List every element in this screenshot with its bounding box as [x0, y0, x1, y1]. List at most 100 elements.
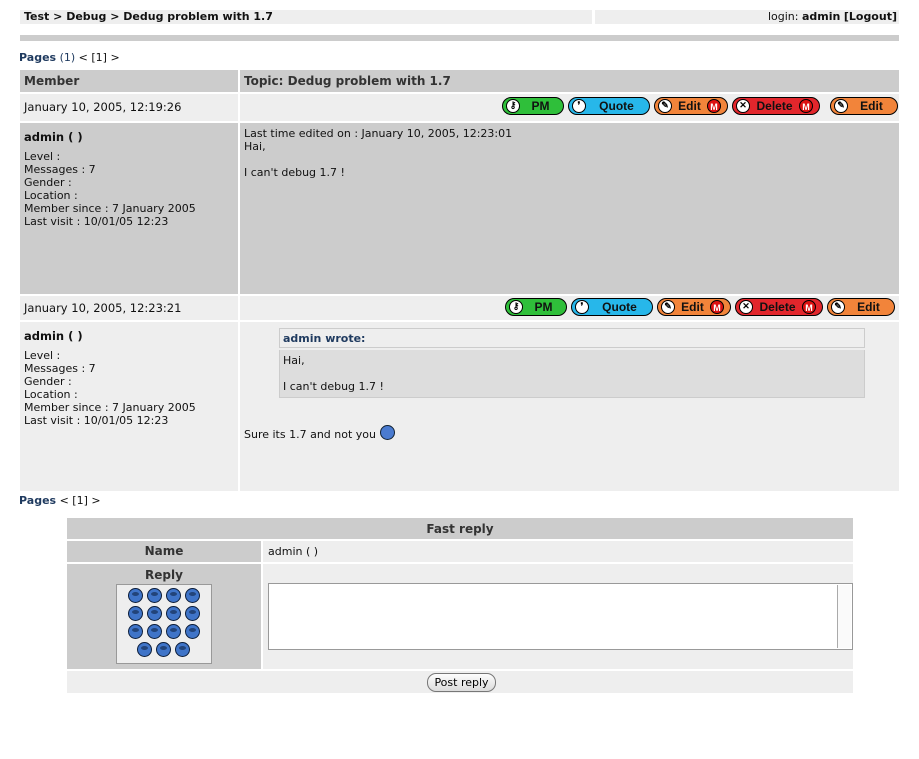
- pencil-icon: ✎: [661, 300, 675, 314]
- logout-link[interactable]: [Logout]: [844, 10, 897, 23]
- smiley-icon[interactable]: [137, 642, 152, 657]
- edit-button[interactable]: ✎ Edit: [830, 97, 898, 115]
- moderator-badge-icon: M: [707, 99, 721, 113]
- name-value: admin ( ): [263, 541, 853, 562]
- pm-button[interactable]: ⚷ PM: [505, 298, 567, 316]
- smiley-icon[interactable]: [156, 642, 171, 657]
- grin-smiley-icon: [379, 425, 395, 440]
- breadcrumb-link-category[interactable]: Debug: [66, 10, 106, 23]
- member-since: Member since : 7 January 2005: [24, 202, 196, 215]
- smiley-icon[interactable]: [175, 642, 190, 657]
- member-gender: Gender :: [24, 375, 72, 388]
- quote-body: Hai, I can't debug 1.7 !: [279, 350, 865, 398]
- reply-label: Reply: [145, 568, 183, 582]
- breadcrumb: Test > Debug > Dedug problem with 1.7: [20, 10, 592, 24]
- smiley-icon[interactable]: [185, 588, 200, 603]
- key-icon: ⚷: [506, 99, 520, 113]
- member-since: Member since : 7 January 2005: [24, 401, 196, 414]
- quote-author: admin wrote:: [279, 328, 865, 348]
- member-messages: Messages : 7: [24, 163, 96, 176]
- smiley-icon[interactable]: [185, 624, 200, 639]
- smiley-picker: [116, 584, 212, 664]
- post-body: Last time edited on : January 10, 2005, …: [240, 123, 899, 294]
- smiley-icon[interactable]: [147, 624, 162, 639]
- topic-title-header: Topic: Dedug problem with 1.7: [240, 70, 899, 92]
- smiley-icon[interactable]: [185, 606, 200, 621]
- pencil-icon: ✎: [834, 99, 848, 113]
- member-gender: Gender :: [24, 176, 72, 189]
- moderator-edit-button[interactable]: ✎ Edit M: [657, 298, 731, 316]
- smiley-icon[interactable]: [166, 624, 181, 639]
- moderator-delete-button[interactable]: ✕ Delete M: [735, 298, 823, 316]
- moderator-badge-icon: M: [710, 300, 724, 314]
- smiley-icon[interactable]: [147, 606, 162, 621]
- breadcrumb-separator: >: [110, 10, 120, 23]
- pages-label: Pages: [19, 51, 57, 64]
- member-info: admin ( ) Level : Messages : 7 Gender : …: [20, 123, 238, 294]
- member-last-visit: Last visit : 10/01/05 12:23: [24, 215, 169, 228]
- pencil-icon: ✎: [831, 300, 845, 314]
- quote-icon: ❜: [575, 300, 589, 314]
- edit-label: Edit: [678, 98, 701, 113]
- quote-text-line: I can't debug 1.7 !: [283, 380, 384, 393]
- smiley-icon[interactable]: [166, 606, 181, 621]
- member-last-visit: Last visit : 10/01/05 12:23: [24, 414, 169, 427]
- pagination-top: Pages (1) < [1] >: [19, 51, 120, 65]
- textarea-scrollbar[interactable]: [837, 585, 851, 648]
- member-column-header: Member: [20, 70, 238, 92]
- pm-label: PM: [531, 98, 550, 113]
- key-icon: ⚷: [509, 300, 523, 314]
- pages-nav[interactable]: < [1] >: [79, 51, 120, 64]
- post-actions: ⚷ PM ❜ Quote ✎ Edit M ✕ Delete M ✎ Edit: [502, 97, 898, 115]
- quote-button[interactable]: ❜ Quote: [568, 97, 650, 115]
- pm-label: PM: [534, 299, 553, 314]
- post-reply-button[interactable]: Post reply: [427, 673, 496, 692]
- edit-label: Edit: [857, 299, 880, 314]
- quote-block: admin wrote: Hai, I can't debug 1.7 !: [279, 328, 865, 398]
- login-status: login: admin [Logout]: [595, 10, 899, 24]
- pages-label: Pages: [19, 494, 57, 507]
- member-name: admin ( ): [24, 329, 83, 343]
- smiley-icon[interactable]: [128, 624, 143, 639]
- smiley-icon[interactable]: [147, 588, 162, 603]
- post-text-line: I can't debug 1.7 !: [244, 166, 345, 179]
- smiley-icon[interactable]: [166, 588, 181, 603]
- post-text-line: Sure its 1.7 and not you: [244, 428, 376, 441]
- moderator-delete-button[interactable]: ✕ Delete M: [732, 97, 820, 115]
- pages-count: (1): [59, 51, 76, 64]
- moderator-badge-icon: M: [802, 300, 816, 314]
- top-bar: Test > Debug > Dedug problem with 1.7 lo…: [20, 10, 899, 24]
- quote-button[interactable]: ❜ Quote: [571, 298, 653, 316]
- smiley-icon[interactable]: [128, 606, 143, 621]
- edit-label: Edit: [860, 98, 883, 113]
- post-actions: ⚷ PM ❜ Quote ✎ Edit M ✕ Delete M ✎ Edit: [505, 298, 895, 316]
- pencil-icon: ✎: [658, 99, 672, 113]
- separator-bar: [20, 35, 899, 41]
- moderator-badge-icon: M: [799, 99, 813, 113]
- moderator-edit-button[interactable]: ✎ Edit M: [654, 97, 728, 115]
- pm-button[interactable]: ⚷ PM: [502, 97, 564, 115]
- reply-textarea[interactable]: [268, 583, 853, 650]
- delete-label: Delete: [759, 299, 796, 314]
- close-icon: ✕: [739, 300, 753, 314]
- member-level: Level :: [24, 349, 61, 362]
- pages-nav[interactable]: < [1] >: [60, 494, 101, 507]
- breadcrumb-current-topic: Dedug problem with 1.7: [123, 10, 273, 23]
- breadcrumb-link-forum[interactable]: Test: [24, 10, 49, 23]
- post-text: Sure its 1.7 and not you: [244, 425, 395, 443]
- name-label: Name: [67, 541, 261, 562]
- member-name: admin ( ): [24, 130, 83, 144]
- login-label: login:: [767, 10, 799, 23]
- edit-label: Edit: [681, 299, 704, 314]
- delete-label: Delete: [756, 98, 793, 113]
- smiley-icon[interactable]: [128, 588, 143, 603]
- fast-reply-title: Fast reply: [67, 518, 853, 539]
- member-info: admin ( ) Level : Messages : 7 Gender : …: [20, 322, 238, 491]
- edit-button[interactable]: ✎ Edit: [827, 298, 895, 316]
- quote-label: Quote: [602, 299, 637, 314]
- pagination-bottom: Pages < [1] >: [19, 494, 101, 508]
- post-text-line: Hai,: [244, 140, 266, 153]
- member-location: Location :: [24, 388, 78, 401]
- quote-label: Quote: [599, 98, 634, 113]
- post-date: January 10, 2005, 12:19:26: [20, 94, 238, 121]
